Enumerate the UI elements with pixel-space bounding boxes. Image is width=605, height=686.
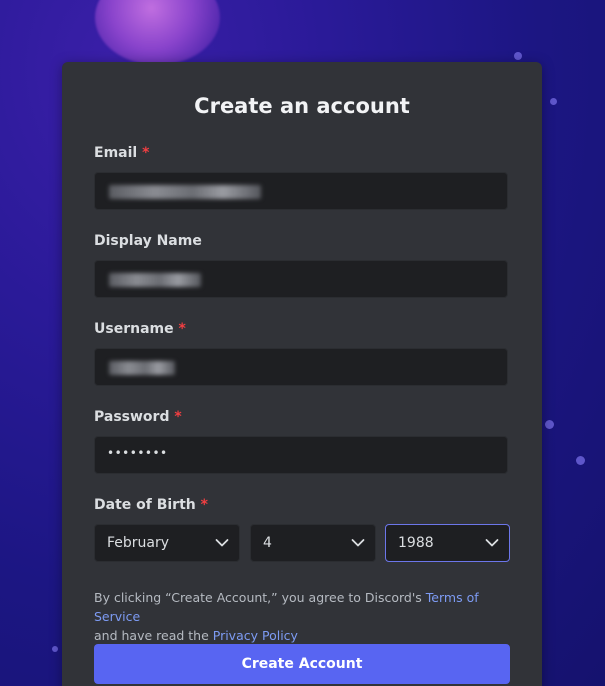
chevron-down-icon [351, 539, 365, 547]
year-select[interactable]: 1988 [385, 524, 510, 562]
required-marker: * [200, 497, 208, 513]
month-select[interactable]: February [94, 524, 240, 562]
display-name-label-text: Display Name [94, 233, 202, 249]
legal-text-prefix: By clicking “Create Account,” you agree … [94, 590, 426, 605]
privacy-policy-link[interactable]: Privacy Policy [213, 628, 298, 643]
legal-text-middle: and have read the [94, 628, 213, 643]
username-label-text: Username [94, 321, 174, 337]
legal-disclaimer: By clicking “Create Account,” you agree … [94, 588, 514, 645]
display-name-field[interactable] [94, 260, 508, 298]
username-field[interactable] [94, 348, 508, 386]
display-name-label: Display Name [94, 233, 202, 249]
password-label-text: Password [94, 409, 170, 425]
year-select-value: 1988 [398, 535, 434, 551]
date-of-birth-label-text: Date of Birth [94, 497, 196, 513]
background-star [545, 420, 554, 429]
day-select[interactable]: 4 [250, 524, 376, 562]
register-card: Create an account Email * Display Name U… [62, 62, 542, 686]
required-marker: * [174, 409, 182, 425]
email-label-text: Email [94, 145, 138, 161]
page-title: Create an account [194, 94, 410, 118]
username-label: Username * [94, 321, 186, 337]
create-account-button[interactable]: Create Account [94, 644, 510, 684]
background-star [576, 456, 585, 465]
month-select-value: February [107, 535, 170, 551]
required-marker: * [178, 321, 186, 337]
background-star [52, 646, 58, 652]
chevron-down-icon [215, 539, 229, 547]
password-field[interactable]: •••••••• [94, 436, 508, 474]
background-star [514, 52, 522, 60]
password-masked-value: •••••••• [107, 446, 168, 460]
date-of-birth-label: Date of Birth * [94, 497, 208, 513]
background-star [550, 98, 557, 105]
password-label: Password * [94, 409, 182, 425]
email-label: Email * [94, 145, 149, 161]
display-name-redacted-value [109, 273, 201, 287]
chevron-down-icon [485, 539, 499, 547]
background-planet-decoration [95, 0, 220, 65]
email-redacted-value [109, 185, 261, 199]
username-redacted-value [109, 361, 175, 375]
required-marker: * [142, 145, 150, 161]
day-select-value: 4 [263, 535, 272, 551]
email-field[interactable] [94, 172, 508, 210]
